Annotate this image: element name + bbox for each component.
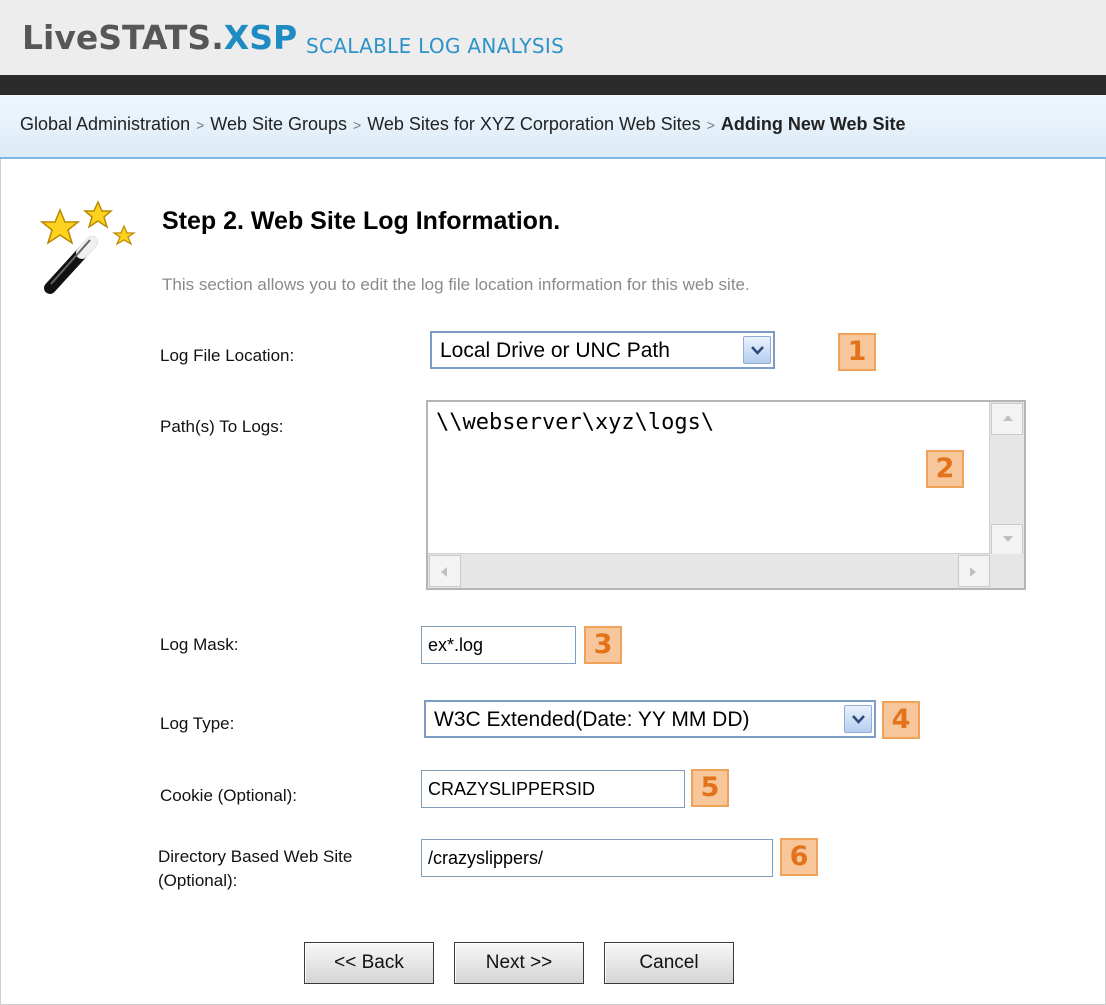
app-header: LiveSTATS.XSP SCALABLE LOG ANALYSIS [0, 0, 1106, 75]
paths-to-logs-textarea[interactable]: \\webserver\xyz\logs\ [426, 400, 1026, 590]
logo-xsp: XSP [223, 18, 298, 57]
tagline: SCALABLE LOG ANALYSIS [306, 34, 565, 58]
cancel-button[interactable]: Cancel [604, 942, 734, 984]
log-file-location-value: Local Drive or UNC Path [440, 339, 670, 362]
callout-badge-5: 5 [691, 769, 729, 807]
log-mask-label: Log Mask: [160, 635, 239, 654]
callout-badge-2: 2 [926, 450, 964, 488]
breadcrumb-separator: > [706, 117, 715, 133]
chevron-down-icon[interactable] [743, 336, 771, 364]
step-title: Step 2. Web Site Log Information. [162, 207, 561, 235]
directory-label-line1: Directory Based Web Site [158, 847, 353, 866]
log-mask-input[interactable] [421, 626, 576, 664]
cookie-input[interactable] [421, 770, 685, 808]
breadcrumb-item-global-administration[interactable]: Global Administration [20, 114, 190, 134]
scroll-left-arrow-icon[interactable] [429, 555, 461, 587]
scroll-down-arrow-icon[interactable] [991, 524, 1023, 556]
cookie-label: Cookie (Optional): [160, 786, 298, 805]
scroll-up-arrow-icon[interactable] [991, 403, 1023, 435]
callout-badge-4: 4 [882, 701, 920, 739]
breadcrumb-item-web-site-groups[interactable]: Web Site Groups [210, 114, 347, 134]
chevron-down-icon[interactable] [844, 705, 872, 733]
log-file-location-select[interactable]: Local Drive or UNC Path [430, 331, 775, 369]
paths-to-logs-label: Path(s) To Logs: [160, 417, 284, 436]
logo-livestats: LiveSTATS. [22, 18, 224, 57]
header-divider-bar [0, 75, 1106, 95]
log-type-select[interactable]: W3C Extended(Date: YY MM DD) [424, 700, 876, 738]
callout-badge-1: 1 [838, 333, 876, 371]
scrollbar-corner [990, 554, 1024, 588]
breadcrumb: Global Administration > Web Site Groups > We… [0, 95, 1106, 159]
breadcrumb-trail: Global Administration > Web Site Groups > We… [20, 114, 906, 135]
log-type-value: W3C Extended(Date: YY MM DD) [434, 708, 750, 731]
breadcrumb-item-web-sites[interactable]: Web Sites for XYZ Corporation Web Sites [367, 114, 700, 134]
log-type-label: Log Type: [160, 714, 235, 733]
logo: LiveSTATS.XSP [22, 18, 297, 57]
breadcrumb-separator: > [353, 117, 362, 133]
directory-input[interactable] [421, 839, 773, 877]
breadcrumb-current: Adding New Web Site [720, 114, 906, 134]
scroll-right-arrow-icon[interactable] [958, 555, 990, 587]
back-button[interactable]: << Back [304, 942, 434, 984]
step-description: This section allows you to edit the log … [162, 275, 750, 294]
log-file-location-label: Log File Location: [160, 346, 295, 365]
vertical-scrollbar[interactable] [989, 402, 1024, 556]
callout-badge-3: 3 [584, 626, 622, 664]
paths-to-logs-value: \\webserver\xyz\logs\ [436, 410, 715, 435]
magic-wand-icon [39, 200, 136, 294]
directory-based-web-site-label: Directory Based Web Site (Optional): [158, 845, 352, 893]
horizontal-scrollbar[interactable] [428, 553, 990, 588]
next-button[interactable]: Next >> [454, 942, 584, 984]
directory-label-line2: (Optional): [158, 871, 238, 890]
breadcrumb-separator: > [196, 117, 205, 133]
callout-badge-6: 6 [780, 838, 818, 876]
